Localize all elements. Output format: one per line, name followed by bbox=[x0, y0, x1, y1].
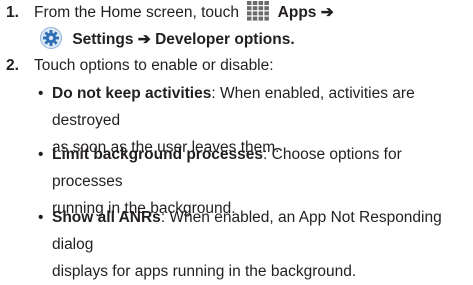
bullet-marker: • bbox=[38, 146, 44, 163]
bullet-3-line-2: displays for apps running in the backgro… bbox=[52, 263, 357, 280]
apps-label: Apps bbox=[277, 4, 317, 21]
step-1-number: 1. bbox=[6, 4, 19, 21]
step-1-prefix: From the Home screen, touch bbox=[34, 4, 240, 21]
step-2-number: 2. bbox=[6, 57, 19, 74]
step-1-period: . bbox=[290, 31, 295, 48]
bullet-1-term: Do not keep activities bbox=[52, 85, 212, 102]
step-1-line-1: From the Home screen, touch Apps ➔ bbox=[34, 0, 334, 26]
developer-options-label: Developer options bbox=[155, 31, 291, 48]
apps-grid-icon bbox=[247, 0, 270, 21]
bullet-2-term: Limit background processes bbox=[52, 146, 264, 163]
bullet-1-line-1: Do not keep activities: When enabled, ac… bbox=[52, 80, 462, 134]
bullet-marker: • bbox=[38, 209, 44, 226]
settings-gear-icon bbox=[40, 26, 62, 49]
bullet-marker: • bbox=[38, 85, 44, 102]
step-1-line-2: Settings ➔ Developer options. bbox=[40, 26, 295, 53]
arrow-2: ➔ bbox=[137, 31, 151, 48]
step-2-text: Touch options to enable or disable: bbox=[34, 57, 274, 74]
settings-label: Settings bbox=[72, 31, 134, 48]
bullet-3-term: Show all ANRs bbox=[52, 209, 161, 226]
bullet-2-line-1: Limit background processes: Choose optio… bbox=[52, 141, 462, 195]
arrow-1: ➔ bbox=[320, 4, 334, 21]
instructions-document: 1. From the Home screen, touch Apps ➔ Se… bbox=[0, 0, 473, 280]
bullet-3-line-1: Show all ANRs: When enabled, an App Not … bbox=[52, 204, 462, 258]
